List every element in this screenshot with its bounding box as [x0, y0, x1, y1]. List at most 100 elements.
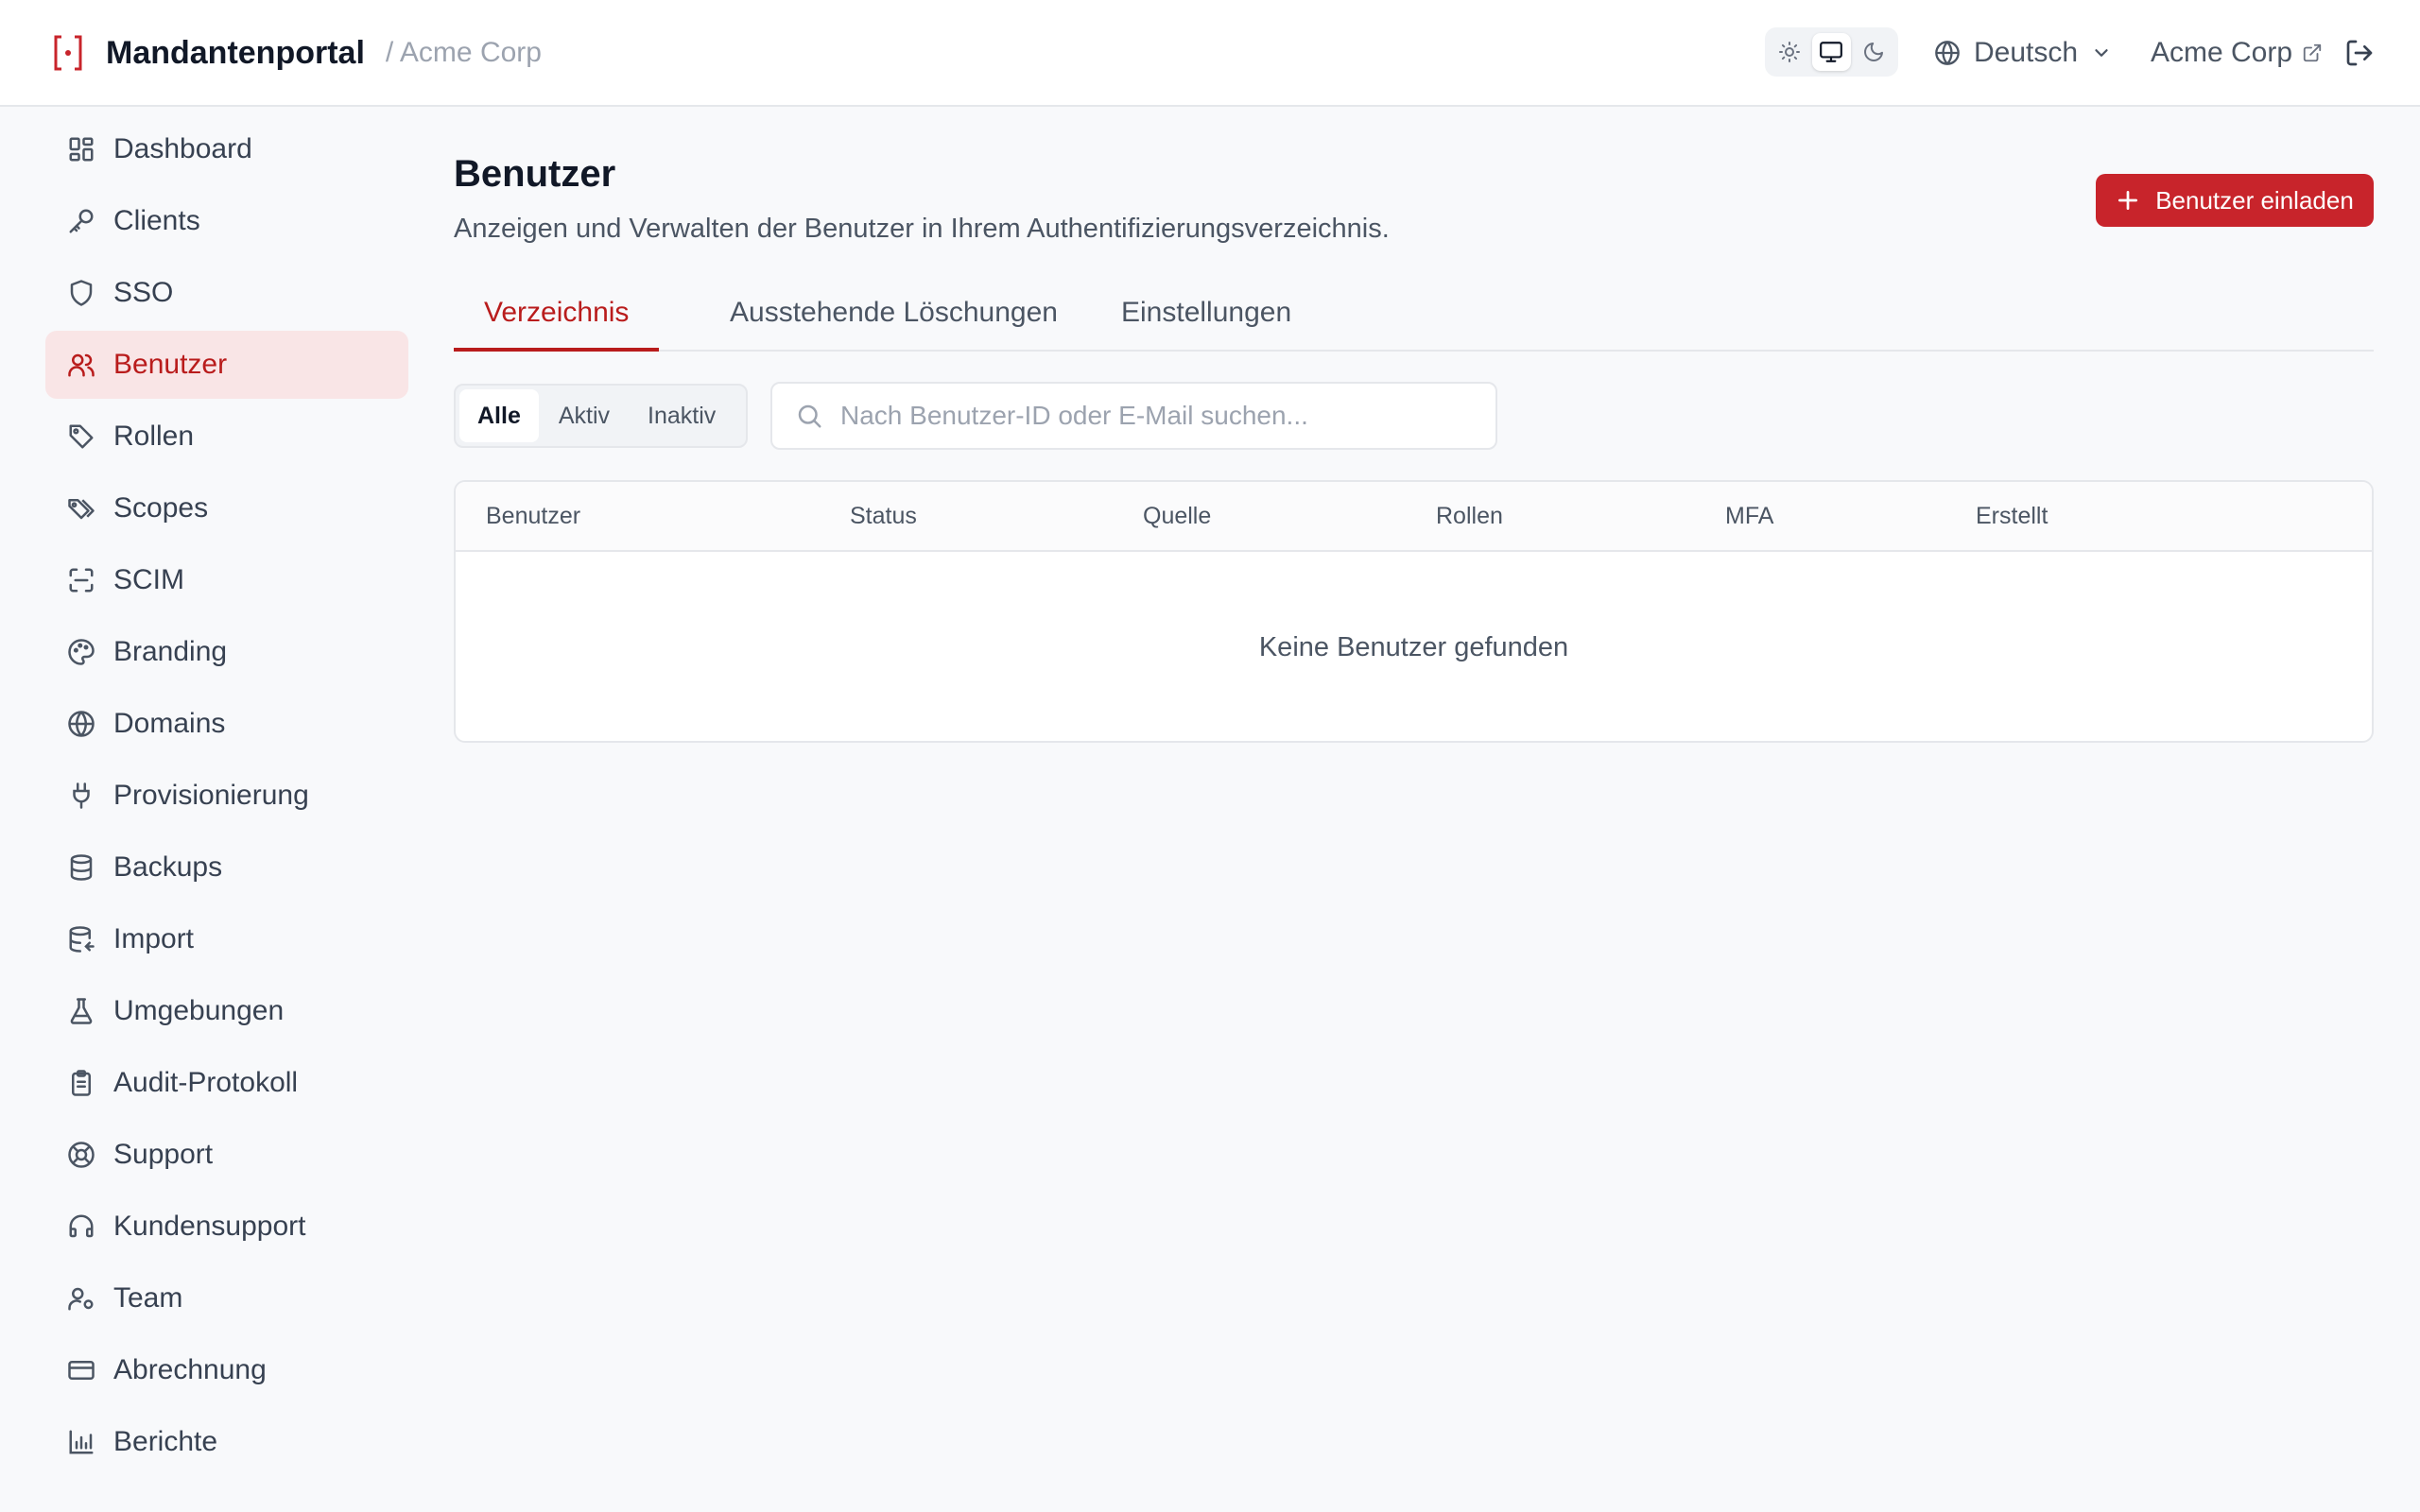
sidebar-item-provisionierung[interactable]: Provisionierung	[45, 762, 408, 830]
top-header: Mandantenportal / Acme Corp Deutsch Acme…	[0, 0, 2420, 107]
sidebar-item-label: Berichte	[113, 1426, 218, 1457]
language-select[interactable]: Deutsch	[1934, 28, 2112, 77]
sidebar-item-label: Umgebungen	[113, 995, 285, 1026]
palette-icon	[66, 637, 96, 667]
invite-user-button[interactable]: Benutzer einladen	[2096, 174, 2374, 227]
sidebar-item-scim[interactable]: SCIM	[45, 546, 408, 614]
table-header: Benutzer Status Quelle Rollen MFA Erstel…	[456, 482, 2372, 552]
sidebar-item-label: Team	[113, 1282, 183, 1314]
sidebar-item-clients[interactable]: Clients	[45, 187, 408, 255]
filter-alle[interactable]: Alle	[459, 389, 539, 442]
tab-verzeichnis[interactable]: Verzeichnis	[454, 297, 660, 352]
sun-icon	[1779, 42, 1801, 62]
sidebar-item-backups[interactable]: Backups	[45, 833, 408, 902]
globe-icon	[1935, 41, 1960, 65]
sidebar-item-label: SCIM	[113, 564, 184, 595]
sidebar-item-label: Dashboard	[113, 133, 252, 164]
tag-icon	[66, 421, 96, 452]
chevron-down-icon	[2095, 49, 2108, 57]
bar-chart-icon	[66, 1427, 96, 1457]
credit-card-icon	[66, 1355, 96, 1385]
sidebar-item-support[interactable]: Support	[45, 1121, 408, 1189]
sidebar-item-dashboard[interactable]: Dashboard	[45, 115, 408, 183]
headset-icon	[66, 1211, 96, 1242]
column-header-rollen[interactable]: Rollen	[1436, 503, 1503, 530]
account-link[interactable]: Acme Corp	[2151, 28, 2323, 77]
account-name: Acme Corp	[2151, 37, 2293, 68]
sidebar-item-label: Scopes	[113, 492, 209, 524]
sidebar-item-label: Audit-Protokoll	[113, 1067, 299, 1098]
filter-inaktiv[interactable]: Inaktiv	[630, 389, 734, 442]
tab-ausstehende-loeschungen[interactable]: Ausstehende Löschungen	[700, 297, 1088, 352]
flask-icon	[66, 996, 96, 1026]
column-header-erstellt[interactable]: Erstellt	[1976, 503, 2048, 530]
external-link-icon	[2303, 43, 2322, 62]
page-title: Benutzer	[454, 153, 616, 195]
sidebar-item-berichte[interactable]: Berichte	[45, 1408, 408, 1476]
clipboard-icon	[66, 1068, 96, 1098]
filter-aktiv[interactable]: Aktiv	[541, 389, 628, 442]
page-subtitle: Anzeigen und Verwalten der Benutzer in I…	[454, 214, 1390, 244]
shield-icon	[66, 278, 96, 308]
sidebar-item-abrechnung[interactable]: Abrechnung	[45, 1336, 408, 1404]
search-box	[770, 382, 1497, 450]
sidebar-item-label: Import	[113, 923, 195, 954]
database-icon	[66, 852, 96, 883]
empty-state: Keine Benutzer gefunden	[1258, 631, 1569, 662]
sidebar-item-label: Provisionierung	[113, 780, 309, 811]
dashboard-icon	[66, 134, 96, 164]
status-filter: Alle Aktiv Inaktiv	[454, 384, 748, 448]
column-header-status[interactable]: Status	[850, 503, 917, 530]
sidebar-item-label: Abrechnung	[113, 1354, 267, 1385]
monitor-icon	[1820, 42, 1843, 62]
database-import-icon	[66, 924, 96, 954]
theme-system-button[interactable]	[1812, 33, 1851, 71]
sidebar-item-branding[interactable]: Branding	[45, 618, 408, 686]
sidebar-item-label: SSO	[113, 277, 174, 308]
sidebar-item-benutzer[interactable]: Benutzer	[45, 331, 408, 399]
sidebar-item-umgebungen[interactable]: Umgebungen	[45, 977, 408, 1045]
moon-icon	[1863, 43, 1883, 61]
user-cog-icon	[66, 1283, 96, 1314]
sidebar-item-label: Support	[113, 1139, 214, 1170]
globe-icon	[66, 709, 96, 739]
users-table: Benutzer Status Quelle Rollen MFA Erstel…	[454, 480, 2374, 743]
sidebar-item-label: Rollen	[113, 421, 195, 452]
sidebar-item-domains[interactable]: Domains	[45, 690, 408, 758]
search-icon	[798, 404, 821, 428]
sidebar-item-label: Domains	[113, 708, 226, 739]
sidebar-item-sso[interactable]: SSO	[45, 259, 408, 327]
logout-button[interactable]	[2342, 36, 2377, 70]
sidebar-item-kundensupport[interactable]: Kundensupport	[45, 1193, 408, 1261]
brand-name: Mandantenportal	[106, 34, 365, 71]
logout-icon	[2346, 40, 2373, 66]
column-header-quelle[interactable]: Quelle	[1143, 503, 1211, 530]
key-icon	[66, 206, 96, 236]
column-header-benutzer[interactable]: Benutzer	[486, 503, 580, 530]
sidebar-item-audit-protokoll[interactable]: Audit-Protokoll	[45, 1049, 408, 1117]
tabs: Verzeichnis Ausstehende Löschungen Einst…	[454, 284, 2374, 352]
sidebar-item-label: Clients	[113, 205, 200, 236]
brand[interactable]: Mandantenportal / Acme Corp	[49, 28, 542, 77]
sidebar-item-label: Kundensupport	[113, 1211, 306, 1242]
scan-icon	[66, 565, 96, 595]
search-input[interactable]	[840, 401, 1464, 431]
sidebar-item-scopes[interactable]: Scopes	[45, 474, 408, 542]
tab-einstellungen[interactable]: Einstellungen	[1091, 297, 1322, 352]
sidebar-item-team[interactable]: Team	[45, 1264, 408, 1332]
brand-logo-icon	[49, 28, 87, 77]
sidebar-item-label: Branding	[113, 636, 228, 667]
theme-toggle	[1765, 27, 1898, 77]
tenant-breadcrumb[interactable]: / Acme Corp	[386, 37, 542, 69]
sidebar-item-import[interactable]: Import	[45, 905, 408, 973]
sidebar: Dashboard Clients SSO Benutzer Rollen Sc…	[45, 115, 408, 1480]
invite-user-label: Benutzer einladen	[2155, 185, 2354, 215]
theme-light-button[interactable]	[1771, 33, 1808, 71]
users-icon	[66, 350, 96, 380]
sidebar-item-label: Backups	[113, 851, 223, 883]
sidebar-item-rollen[interactable]: Rollen	[45, 403, 408, 471]
tags-icon	[66, 493, 96, 524]
theme-dark-button[interactable]	[1855, 33, 1893, 71]
column-header-mfa[interactable]: MFA	[1725, 503, 1773, 530]
plug-icon	[66, 781, 96, 811]
